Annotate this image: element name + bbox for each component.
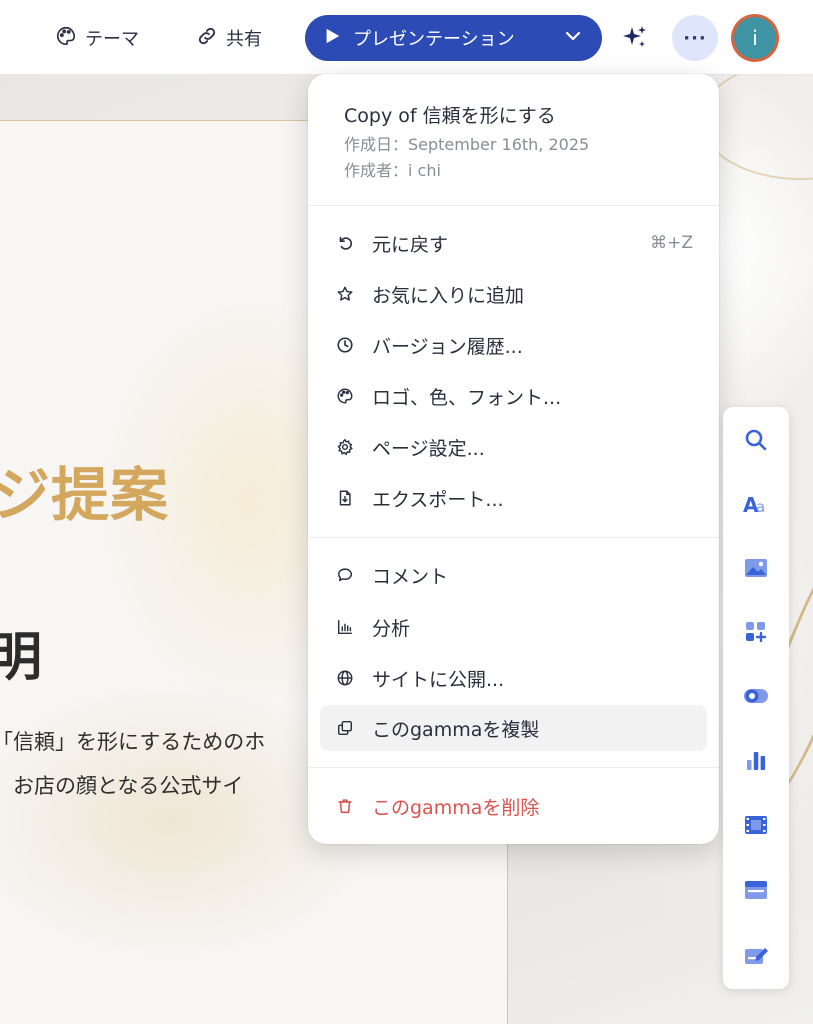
avatar[interactable]: i: [731, 14, 779, 62]
toggle-icon[interactable]: [736, 676, 776, 716]
duplicate-icon: [334, 717, 356, 739]
sparkle-icon: [622, 26, 648, 54]
menu-item-label: コメント: [372, 565, 449, 588]
analytics-icon: [334, 616, 356, 638]
present-label: プレゼンテーション: [353, 29, 515, 50]
slide-title[interactable]: ジ提案: [0, 448, 169, 532]
clock-icon: [334, 334, 356, 356]
shortcut-hint: ⌘+Z: [650, 233, 693, 253]
menu-item-branding[interactable]: ロゴ、色、フォント...: [320, 373, 707, 419]
add-block-icon[interactable]: [736, 612, 776, 652]
avatar-initial: i: [734, 17, 776, 59]
menu-item-label: ロゴ、色、フォント...: [372, 386, 562, 409]
menu-item-label: 分析: [372, 617, 411, 640]
comment-icon: [334, 564, 356, 586]
menu-item-version-history[interactable]: バージョン履歴...: [320, 322, 707, 368]
document-info: Copy of 信頼を形にする 作成日：September 16th, 2025…: [308, 74, 719, 205]
ai-sparkle-button[interactable]: [622, 24, 648, 50]
menu-item-page-settings[interactable]: ページ設定...: [320, 424, 707, 470]
palette-icon: [55, 25, 77, 52]
slide-body-line[interactable]: 、お店の顔となる公式サイ: [0, 770, 243, 800]
slide-subtitle[interactable]: 明: [0, 615, 42, 690]
top-toolbar: テーマ 共有 プレゼンテーション ··· i: [0, 0, 813, 75]
image-icon[interactable]: [736, 548, 776, 588]
share-button[interactable]: 共有: [196, 22, 262, 54]
card-layout-icon[interactable]: [736, 870, 776, 910]
menu-item-undo[interactable]: 元に戻す ⌘+Z: [320, 220, 707, 266]
share-label: 共有: [226, 29, 262, 50]
export-file-icon: [334, 487, 356, 509]
more-options-button[interactable]: ···: [672, 15, 718, 61]
globe-icon: [334, 667, 356, 689]
menu-divider: [308, 537, 719, 538]
menu-item-comments[interactable]: コメント: [320, 552, 707, 598]
menu-divider: [308, 205, 719, 206]
menu-item-delete[interactable]: このgammaを削除: [320, 783, 707, 829]
menu-item-label: サイトに公開...: [372, 668, 505, 691]
present-button[interactable]: プレゼンテーション: [305, 15, 545, 61]
document-title: Copy of 信頼を形にする: [344, 105, 556, 127]
palette-icon: [334, 385, 356, 407]
chevron-down-icon: [563, 26, 583, 50]
created-date: 作成日：September 16th, 2025: [344, 135, 590, 154]
menu-item-label: 元に戻す: [372, 233, 449, 256]
present-options-button[interactable]: [545, 15, 601, 61]
svg-text:a: a: [756, 498, 765, 516]
edit-form-icon[interactable]: [736, 935, 776, 975]
menu-item-label: ページ設定...: [372, 437, 485, 460]
menu-item-label: エクスポート...: [372, 488, 504, 511]
video-icon[interactable]: [736, 805, 776, 845]
insert-toolbar: Aa: [723, 407, 789, 989]
chart-icon[interactable]: [736, 740, 776, 780]
star-icon: [334, 283, 356, 305]
undo-icon: [334, 232, 356, 254]
menu-item-label: このgammaを削除: [372, 796, 540, 819]
menu-item-analytics[interactable]: 分析: [320, 604, 707, 650]
trash-icon: [334, 795, 356, 817]
menu-item-favorite[interactable]: お気に入りに追加: [320, 271, 707, 317]
link-icon: [196, 25, 218, 52]
theme-button[interactable]: テーマ: [55, 22, 139, 54]
menu-item-export[interactable]: エクスポート...: [320, 475, 707, 521]
created-by: 作成者：i chi: [344, 161, 441, 180]
menu-item-duplicate[interactable]: このgammaを複製: [320, 705, 707, 751]
menu-divider: [308, 767, 719, 768]
search-icon[interactable]: [736, 420, 776, 460]
menu-item-label: バージョン履歴...: [372, 335, 523, 358]
menu-item-label: このgammaを複製: [372, 718, 540, 741]
present-button-group: プレゼンテーション: [305, 15, 602, 61]
menu-item-label: お気に入りに追加: [372, 284, 525, 307]
text-style-icon[interactable]: Aa: [736, 484, 776, 524]
theme-label: テーマ: [85, 29, 139, 50]
more-options-menu: Copy of 信頼を形にする 作成日：September 16th, 2025…: [308, 74, 719, 844]
play-icon: [323, 27, 341, 50]
slide-body-line[interactable]: 「信頼」を形にするためのホ: [0, 726, 265, 756]
menu-item-publish[interactable]: サイトに公開...: [320, 655, 707, 701]
gear-icon: [334, 436, 356, 458]
